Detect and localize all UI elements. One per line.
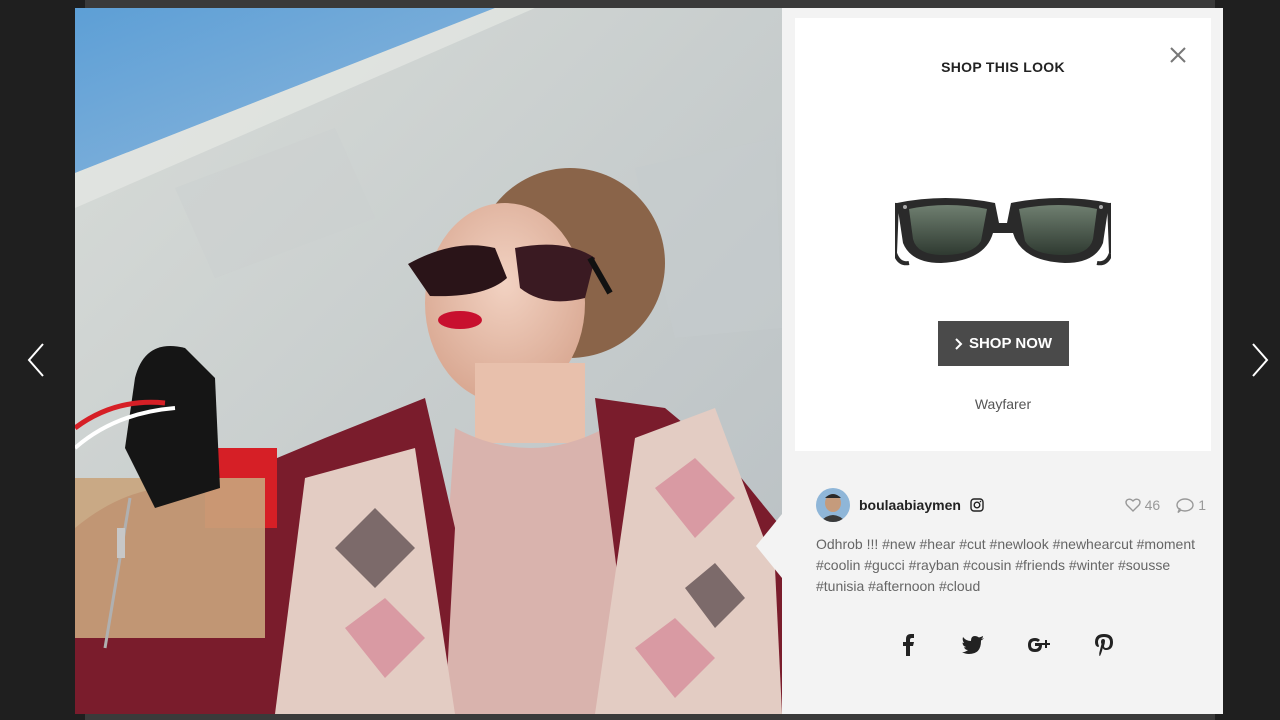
post-author-row: boulaabiaymen 46 1 bbox=[816, 488, 1206, 522]
card-title: SHOP THIS LOOK bbox=[941, 59, 1065, 75]
lightbox-modal: SHOP THIS LOOK SHOP NOW Wayfarer boulaab… bbox=[75, 8, 1223, 714]
shop-now-label: SHOP NOW bbox=[968, 335, 1053, 352]
instagram-icon[interactable] bbox=[970, 498, 984, 512]
pinterest-icon[interactable] bbox=[1092, 633, 1116, 657]
post-stats: 46 1 bbox=[1124, 497, 1206, 513]
heart-icon[interactable] bbox=[1124, 498, 1141, 512]
twitter-icon[interactable] bbox=[961, 633, 985, 657]
likes-count: 46 bbox=[1144, 497, 1161, 513]
facebook-icon[interactable] bbox=[896, 633, 920, 657]
next-button[interactable] bbox=[1240, 340, 1280, 380]
chevron-left-icon bbox=[27, 343, 44, 377]
username[interactable]: boulaabiaymen bbox=[859, 497, 961, 513]
panel-pointer bbox=[756, 514, 782, 578]
product-image[interactable] bbox=[892, 193, 1114, 273]
product-name[interactable]: Wayfarer bbox=[795, 396, 1211, 412]
chevron-right-icon bbox=[955, 337, 963, 350]
post-photo bbox=[75, 8, 782, 714]
close-button[interactable] bbox=[1167, 44, 1189, 66]
comments-count: 1 bbox=[1198, 497, 1206, 513]
previous-button[interactable] bbox=[16, 340, 56, 380]
post-side-panel: SHOP THIS LOOK SHOP NOW Wayfarer boulaab… bbox=[756, 8, 1223, 714]
backdrop-bottom bbox=[85, 713, 1215, 720]
post-caption: Odhrob !!! #new #hear #cut #newlook #new… bbox=[816, 536, 1196, 594]
sunglasses-image bbox=[892, 198, 1114, 266]
share-buttons bbox=[896, 632, 1116, 658]
backdrop-top bbox=[85, 0, 1215, 8]
close-icon bbox=[1170, 47, 1186, 63]
shop-now-button[interactable]: SHOP NOW bbox=[938, 321, 1069, 366]
google-plus-icon[interactable] bbox=[1027, 633, 1051, 657]
shop-this-look-card: SHOP THIS LOOK SHOP NOW Wayfarer bbox=[795, 18, 1211, 451]
avatar[interactable] bbox=[816, 488, 850, 522]
chevron-right-icon bbox=[1252, 343, 1269, 377]
comment-icon[interactable] bbox=[1176, 497, 1194, 513]
